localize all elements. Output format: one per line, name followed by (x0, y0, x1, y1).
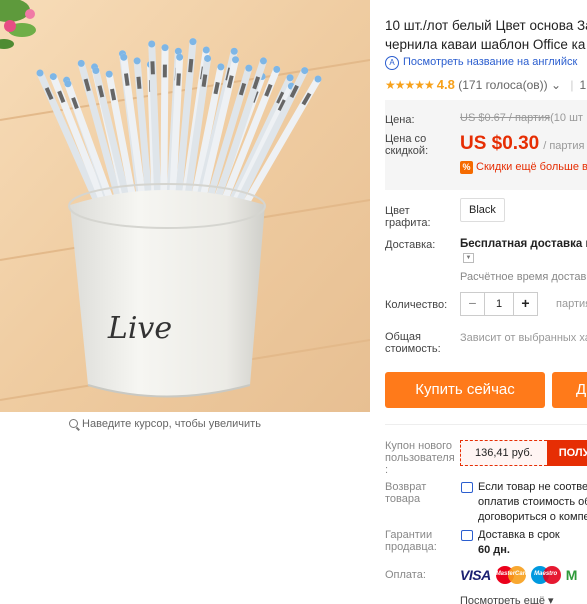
discount-price-label: Цена со скидкой: (385, 133, 429, 157)
original-price-unit: (10 шт (550, 112, 583, 124)
rating-count[interactable]: (171 голоса(ов)) (458, 78, 547, 92)
cup-label: Live (107, 311, 172, 346)
translate-link-text: Посмотреть название на английск (403, 56, 578, 68)
more-discounts-link[interactable]: % Скидки ещё больше в (460, 161, 587, 174)
guarantee-text: Доставка в срок 60 дн. (478, 528, 560, 558)
total-label: Общая стоимость: (385, 331, 441, 355)
shipping-label: Доставка: (385, 239, 436, 251)
star-rating-icon: ★★★★★ (385, 78, 435, 92)
return-line1: Если товар не соответ (478, 481, 587, 493)
maestro-text: Maestro (534, 571, 558, 577)
see-more-link[interactable]: Посмотреть ещё ▾ (460, 594, 554, 604)
zoom-hint-text: Наведите курсор, чтобы увеличить (82, 418, 261, 430)
discount-price: US $0.30/ партия (460, 133, 584, 155)
more-discounts-text: Скидки ещё больше в (476, 161, 587, 173)
price-label: Цена: (385, 114, 415, 126)
return-policy-text: Если товар не соответ оплатив стоимость … (478, 480, 587, 525)
total-value: Зависит от выбранных ха (460, 332, 587, 344)
rating-value: 4.8 (436, 77, 455, 92)
translate-icon: A (385, 56, 399, 70)
buy-now-button[interactable]: Купить сейчас (385, 372, 545, 408)
zoom-hint: Наведите курсор, чтобы увеличить (0, 418, 330, 430)
payment-methods: VISA MasterCard Maestro M (460, 566, 577, 584)
return-line3: договориться о компе (478, 511, 587, 523)
product-title-line1: 10 шт./лот белый Цвет основа За (385, 18, 587, 33)
guarantee-line2: 60 дн. (478, 544, 510, 556)
coupon-amount: 136,41 руб. (460, 440, 547, 466)
return-line2: оплатив стоимость об (478, 496, 587, 508)
discount-price-unit: / партия (543, 140, 585, 152)
color-label: Цвет графита: (385, 205, 431, 229)
return-policy-icon (461, 482, 473, 493)
visa-icon: VISA (460, 567, 491, 583)
product-title-line2: чернила каваи шаблон Office ка (385, 37, 586, 52)
product-title: 10 шт./лот белый Цвет основа За чернила … (385, 16, 587, 54)
payment-label: Оплата: (385, 569, 426, 581)
discount-price-value: US $0.30 (460, 133, 540, 154)
cup: Live (68, 183, 266, 398)
translate-link[interactable]: A Посмотреть название на английск (385, 56, 577, 70)
rating-row[interactable]: ★★★★★ 4.8 (171 голоса(ов)) ⌄ | 1 (385, 77, 586, 92)
price-box: Цена: US $0.67 / партия (10 шт Цена со с… (385, 100, 587, 190)
magnifier-icon (69, 419, 79, 428)
color-option-black[interactable]: Black (460, 198, 505, 222)
guarantee-line1: Доставка в срок (478, 529, 560, 541)
guarantee-label: Гарантии продавца: (385, 529, 437, 553)
coupon-label: Купон нового пользователя : (385, 440, 455, 476)
original-price: US $0.67 / партия (10 шт (460, 112, 583, 124)
original-price-value: US $0.67 / партия (460, 112, 551, 124)
return-label: Возврат товара (385, 481, 427, 505)
chevron-down-icon[interactable]: ⌄ (551, 78, 561, 92)
quantity-stepper: − 1 + (460, 292, 538, 316)
shipping-time: Расчётное время доставки (460, 271, 587, 283)
mastercard-text: MasterCard (495, 571, 529, 577)
divider: | (570, 78, 574, 92)
quantity-unit: партия (556, 298, 587, 310)
add-to-cart-button[interactable]: Д (552, 372, 587, 408)
product-details: 10 шт./лот белый Цвет основа За чернила … (385, 0, 587, 604)
maestro-icon: Maestro (530, 566, 561, 584)
orders-count: 1 (579, 78, 587, 92)
more-payment-icon: M (565, 567, 578, 583)
shipping-value[interactable]: Бесплатная доставка в (460, 238, 587, 250)
product-photo: Live (0, 0, 370, 412)
sale-icon: % (460, 161, 473, 174)
product-main-image[interactable]: Live (0, 0, 370, 412)
quantity-increase-button[interactable]: + (513, 293, 537, 315)
divider (385, 424, 587, 425)
quantity-label: Количество: (385, 299, 448, 311)
quantity-decrease-button[interactable]: − (461, 293, 485, 315)
quantity-input[interactable]: 1 (485, 293, 513, 315)
new-user-coupon[interactable]: 136,41 руб. ПОЛУ (460, 440, 587, 466)
shield-icon (461, 530, 473, 541)
get-coupon-button[interactable]: ПОЛУ (546, 440, 587, 466)
mastercard-icon: MasterCard (495, 566, 529, 584)
chevron-down-icon[interactable]: ▼ (463, 253, 474, 263)
